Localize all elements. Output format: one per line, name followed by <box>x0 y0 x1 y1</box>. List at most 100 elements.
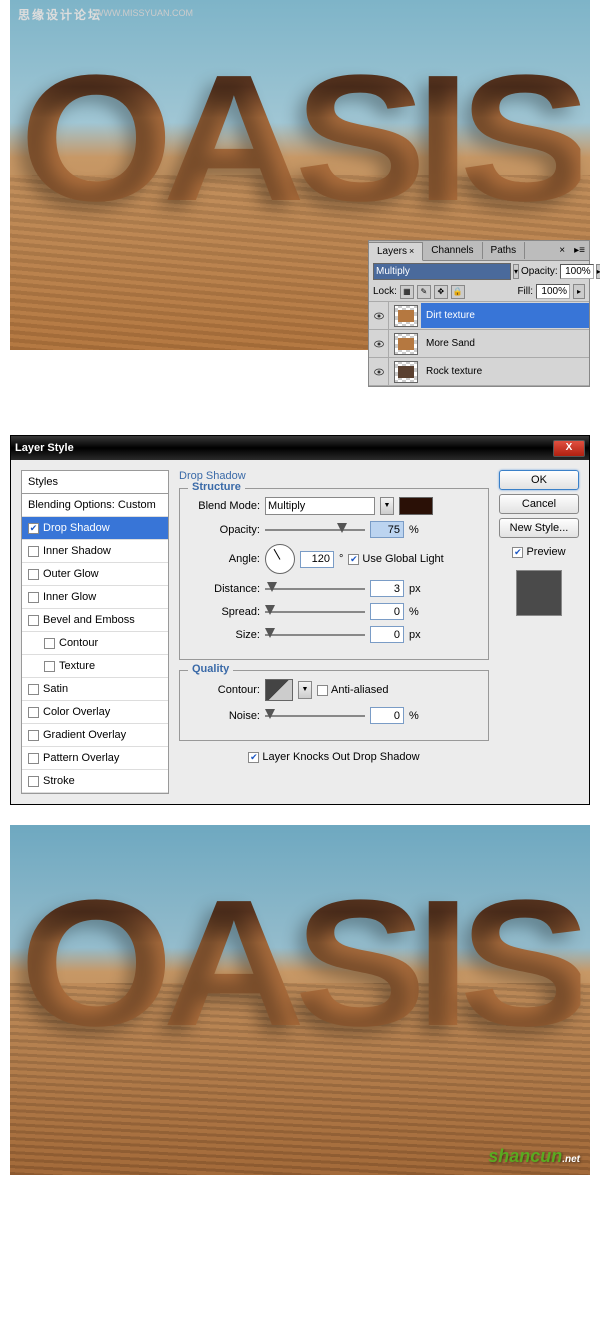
size-slider[interactable] <box>265 628 365 642</box>
style-item-bevel-and-emboss[interactable]: Bevel and Emboss <box>22 609 168 632</box>
layer-name[interactable]: More Sand <box>421 331 589 356</box>
global-light-checkbox[interactable]: Use Global Light <box>348 553 443 565</box>
blending-options-item[interactable]: Blending Options: Custom <box>22 494 168 517</box>
style-checkbox[interactable] <box>28 569 39 580</box>
blend-mode-dropdown[interactable] <box>265 497 375 515</box>
tab-layers[interactable]: Layers× <box>369 242 423 261</box>
blend-mode-select[interactable] <box>373 263 511 280</box>
cancel-button[interactable]: Cancel <box>499 494 579 514</box>
blend-mode-label: Blend Mode: <box>190 500 260 512</box>
style-item-gradient-overlay[interactable]: Gradient Overlay <box>22 724 168 747</box>
styles-header[interactable]: Styles <box>22 471 168 494</box>
style-checkbox[interactable] <box>28 615 39 626</box>
layer-item-dirt-texture[interactable]: Dirt texture <box>369 302 589 330</box>
layer-name[interactable]: Dirt texture <box>421 303 589 328</box>
style-checkbox[interactable] <box>28 776 39 787</box>
layer-name[interactable]: Rock texture <box>421 359 589 384</box>
noise-slider[interactable] <box>265 709 365 723</box>
contour-picker[interactable] <box>265 679 293 701</box>
lock-paint-icon[interactable]: ✎ <box>417 285 431 299</box>
style-checkbox[interactable] <box>28 523 39 534</box>
layer-item-rock-texture[interactable]: Rock texture <box>369 358 589 386</box>
contour-label: Contour: <box>190 684 260 696</box>
layer-thumbnail[interactable] <box>394 305 418 327</box>
style-item-color-overlay[interactable]: Color Overlay <box>22 701 168 724</box>
fill-input[interactable] <box>536 284 570 299</box>
style-item-drop-shadow[interactable]: Drop Shadow <box>22 517 168 540</box>
style-label: Gradient Overlay <box>43 729 126 741</box>
noise-input[interactable] <box>370 707 404 724</box>
style-label: Pattern Overlay <box>43 752 119 764</box>
blend-mode-dropdown-icon[interactable]: ▾ <box>513 264 519 279</box>
style-item-inner-shadow[interactable]: Inner Shadow <box>22 540 168 563</box>
opacity-input[interactable] <box>370 521 404 538</box>
style-item-inner-glow[interactable]: Inner Glow <box>22 586 168 609</box>
lock-all-icon[interactable]: 🔒 <box>451 285 465 299</box>
distance-slider[interactable] <box>265 582 365 596</box>
layer-thumbnail[interactable] <box>394 333 418 355</box>
shadow-color-swatch[interactable] <box>399 497 433 515</box>
dropdown-arrow-icon[interactable]: ▼ <box>380 497 394 515</box>
panel-close-icon[interactable]: × <box>554 245 570 256</box>
style-checkbox[interactable] <box>28 753 39 764</box>
opacity-label: Opacity: <box>521 266 558 277</box>
style-label: Texture <box>59 660 95 672</box>
style-checkbox[interactable] <box>28 592 39 603</box>
spread-input[interactable] <box>370 603 404 620</box>
structure-group-title: Structure <box>188 481 245 493</box>
oasis-3d-text: OASIS <box>19 35 580 242</box>
style-checkbox[interactable] <box>28 730 39 741</box>
style-label: Drop Shadow <box>43 522 110 534</box>
lock-position-icon[interactable]: ✥ <box>434 285 448 299</box>
preview-checkbox[interactable]: Preview <box>499 546 579 558</box>
anti-aliased-checkbox[interactable]: Anti-aliased <box>317 684 388 696</box>
fill-label: Fill: <box>517 286 533 297</box>
artwork-preview-bottom: OASIS shancun.net <box>10 825 590 1175</box>
new-style-button[interactable]: New Style... <box>499 518 579 538</box>
visibility-toggle-icon[interactable] <box>369 302 389 330</box>
style-label: Outer Glow <box>43 568 99 580</box>
style-checkbox[interactable] <box>28 684 39 695</box>
angle-input[interactable] <box>300 551 334 568</box>
style-item-texture[interactable]: Texture <box>22 655 168 678</box>
visibility-toggle-icon[interactable] <box>369 330 389 358</box>
fill-flyout-icon[interactable]: ▸ <box>573 284 585 299</box>
distance-label: Distance: <box>190 583 260 595</box>
size-label: Size: <box>190 629 260 641</box>
close-tab-icon[interactable]: × <box>409 246 414 256</box>
opacity-slider[interactable] <box>265 523 365 537</box>
style-item-contour[interactable]: Contour <box>22 632 168 655</box>
spread-label: Spread: <box>190 606 260 618</box>
style-label: Satin <box>43 683 68 695</box>
style-label: Color Overlay <box>43 706 110 718</box>
style-checkbox[interactable] <box>28 707 39 718</box>
ok-button[interactable]: OK <box>499 470 579 490</box>
style-checkbox[interactable] <box>44 638 55 649</box>
style-item-outer-glow[interactable]: Outer Glow <box>22 563 168 586</box>
layer-thumbnail[interactable] <box>394 361 418 383</box>
tab-channels[interactable]: Channels <box>423 242 482 259</box>
distance-input[interactable] <box>370 580 404 597</box>
opacity-label: Opacity: <box>190 524 260 536</box>
dialog-titlebar[interactable]: Layer Style X <box>11 436 589 460</box>
visibility-toggle-icon[interactable] <box>369 358 389 386</box>
style-item-pattern-overlay[interactable]: Pattern Overlay <box>22 747 168 770</box>
angle-dial[interactable] <box>265 544 295 574</box>
styles-list: Styles Blending Options: Custom Drop Sha… <box>21 470 169 794</box>
spread-slider[interactable] <box>265 605 365 619</box>
style-checkbox[interactable] <box>44 661 55 672</box>
style-checkbox[interactable] <box>28 546 39 557</box>
size-input[interactable] <box>370 626 404 643</box>
panel-menu-icon[interactable]: ▸≡ <box>570 245 589 256</box>
layer-knocks-out-checkbox[interactable]: Layer Knocks Out Drop Shadow <box>248 751 419 763</box>
style-item-stroke[interactable]: Stroke <box>22 770 168 793</box>
opacity-input[interactable] <box>560 264 594 279</box>
style-item-satin[interactable]: Satin <box>22 678 168 701</box>
tab-paths[interactable]: Paths <box>483 242 526 259</box>
layer-item-more-sand[interactable]: More Sand <box>369 330 589 358</box>
opacity-flyout-icon[interactable]: ▸ <box>596 264 600 279</box>
dialog-close-button[interactable]: X <box>553 440 585 457</box>
lock-transparency-icon[interactable]: ▦ <box>400 285 414 299</box>
contour-dropdown-icon[interactable]: ▼ <box>298 681 312 699</box>
angle-label: Angle: <box>190 553 260 565</box>
